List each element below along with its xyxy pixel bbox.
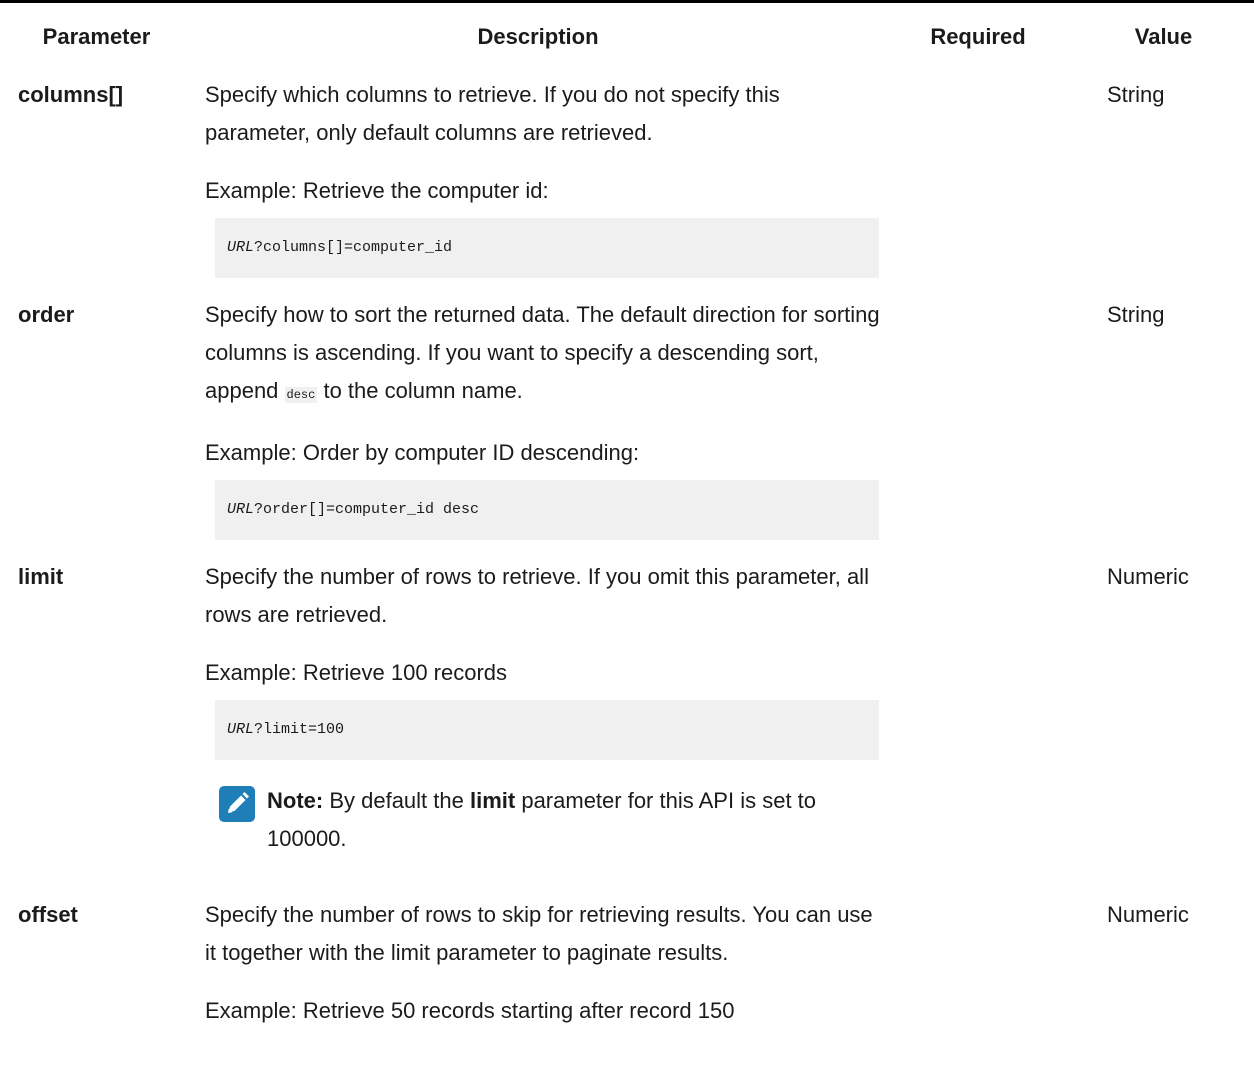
example-label: Example: Retrieve 50 records starting af… bbox=[205, 998, 735, 1023]
param-value-type: Numeric bbox=[1107, 564, 1189, 589]
example-label: Example: Retrieve 100 records bbox=[205, 660, 508, 685]
description-text: to the column name. bbox=[317, 378, 523, 403]
param-value-type: Numeric bbox=[1107, 902, 1189, 927]
param-value-type: String bbox=[1107, 82, 1165, 107]
example-label: Example: Retrieve the computer id: bbox=[205, 178, 549, 203]
param-description-cell: Specify how to sort the returned data. T… bbox=[193, 286, 883, 548]
param-name: columns[] bbox=[18, 82, 124, 107]
table-row: order Specify how to sort the returned d… bbox=[0, 286, 1254, 548]
param-description: Specify how to sort the returned data. T… bbox=[205, 296, 883, 414]
code-variable: URL bbox=[227, 239, 255, 256]
note-text: Note: By default the limit parameter for… bbox=[267, 782, 859, 858]
table-row: columns[] Specify which columns to retri… bbox=[0, 66, 1254, 286]
code-text: ?limit=100 bbox=[254, 721, 345, 738]
header-description: Description bbox=[477, 24, 599, 49]
note-callout: Note: By default the limit parameter for… bbox=[219, 782, 859, 858]
code-text: ?columns[]=computer_id bbox=[254, 239, 453, 256]
pencil-note-icon bbox=[219, 786, 255, 822]
example-label: Example: Order by computer ID descending… bbox=[205, 440, 640, 465]
param-name: offset bbox=[18, 902, 78, 927]
note-label: Note: bbox=[267, 788, 324, 813]
header-parameter: Parameter bbox=[42, 24, 151, 49]
param-name: order bbox=[18, 302, 75, 327]
param-description: Specify the number of rows to retrieve. … bbox=[205, 564, 869, 627]
header-required: Required bbox=[930, 24, 1026, 49]
code-variable: URL bbox=[227, 501, 255, 518]
param-name: limit bbox=[18, 564, 64, 589]
param-required bbox=[883, 286, 1073, 548]
table-row: limit Specify the number of rows to retr… bbox=[0, 548, 1254, 886]
table-row: offset Specify the number of rows to ski… bbox=[0, 886, 1254, 1030]
note-bold-term: limit bbox=[469, 788, 516, 813]
param-required bbox=[883, 886, 1073, 1030]
parameters-table: Parameter Description Required Value col… bbox=[0, 6, 1254, 1030]
param-description: Specify which columns to retrieve. If yo… bbox=[205, 82, 780, 145]
table-header-row: Parameter Description Required Value bbox=[0, 6, 1254, 66]
param-description-cell: Specify the number of rows to skip for r… bbox=[193, 886, 883, 1030]
inline-code: desc bbox=[284, 387, 318, 403]
top-rule bbox=[0, 0, 1254, 3]
param-description-cell: Specify the number of rows to retrieve. … bbox=[193, 548, 883, 886]
param-required bbox=[883, 548, 1073, 886]
code-variable: URL bbox=[227, 721, 255, 738]
param-description: Specify the number of rows to skip for r… bbox=[205, 902, 873, 965]
note-text-part: By default the bbox=[323, 788, 470, 813]
param-required bbox=[883, 66, 1073, 286]
code-text: ?order[]=computer_id desc bbox=[254, 501, 480, 518]
code-example: URL?columns[]=computer_id bbox=[215, 218, 879, 278]
code-example: URL?limit=100 bbox=[215, 700, 879, 760]
code-example: URL?order[]=computer_id desc bbox=[215, 480, 879, 540]
param-value-type: String bbox=[1107, 302, 1165, 327]
param-description-cell: Specify which columns to retrieve. If yo… bbox=[193, 66, 883, 286]
header-value: Value bbox=[1134, 24, 1193, 49]
